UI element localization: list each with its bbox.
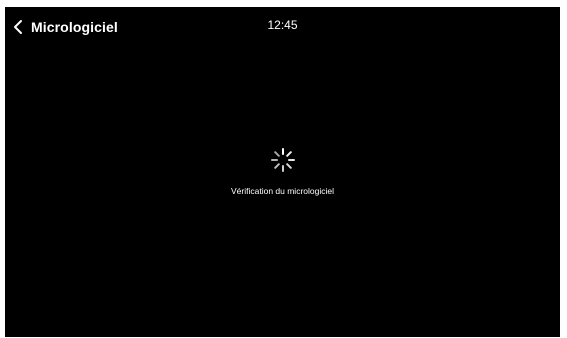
loading-spinner-icon xyxy=(270,148,295,172)
top-bar: Micrologiciel 12:45 xyxy=(5,7,560,47)
status-text: Vérification du micrologiciel xyxy=(231,186,334,196)
loading-panel: Vérification du micrologiciel xyxy=(5,146,560,196)
device-screen: Micrologiciel 12:45 Vérification du micr… xyxy=(5,7,560,337)
clock: 12:45 xyxy=(267,18,298,32)
